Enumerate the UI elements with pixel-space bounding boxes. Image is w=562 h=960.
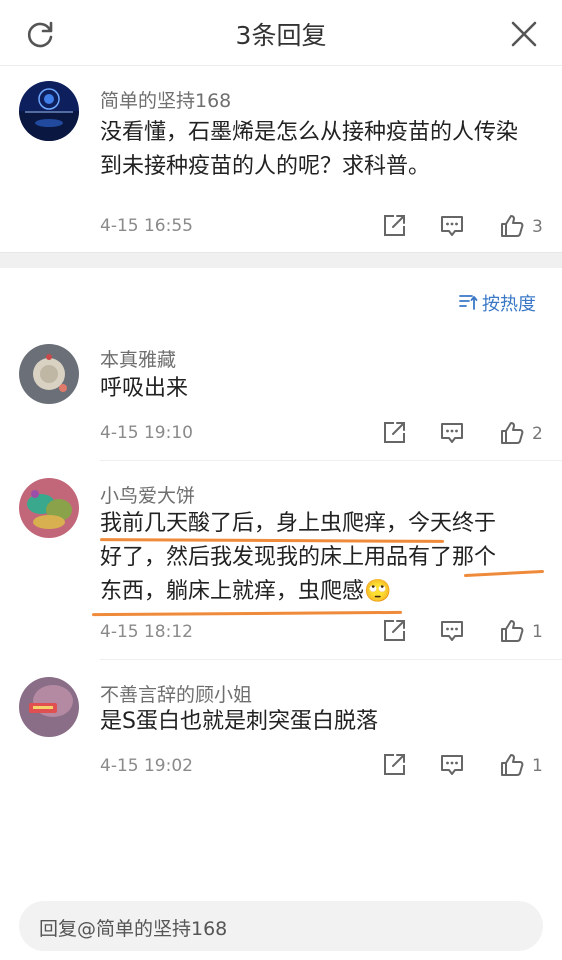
timestamp: 4-15 18:12 [100, 622, 193, 642]
divider [100, 460, 562, 461]
like-count: 3 [532, 217, 543, 237]
reply-input[interactable]: 回复@简单的坚持168 [19, 901, 543, 951]
comment-line: 没看懂，石墨烯是怎么从接种疫苗的人传染 [100, 120, 519, 145]
avatar[interactable] [19, 81, 79, 141]
avatar[interactable] [19, 677, 79, 737]
timestamp: 4-15 19:02 [100, 756, 193, 776]
header: 3条回复 [0, 0, 562, 66]
page-title: 3条回复 [235, 21, 327, 50]
comment-line: 到未接种疫苗的人的呢？求科普。 [100, 154, 431, 179]
comment-line: 东西，躺床上就痒，虫爬感🙄 [100, 579, 392, 604]
comment-line: 是S蛋白也就是刺突蛋白脱落 [100, 709, 378, 734]
username[interactable]: 本真雅藏 [100, 345, 176, 372]
section-divider [0, 252, 562, 268]
like-icon[interactable] [498, 212, 526, 240]
timestamp: 4-15 16:55 [100, 216, 193, 236]
share-icon[interactable] [380, 617, 408, 645]
avatar[interactable] [19, 344, 79, 404]
like-count: 1 [532, 622, 543, 642]
like-count: 2 [532, 424, 543, 444]
comment-line: 好了，然后我发现我的床上用品有了那个 [100, 545, 497, 570]
highlight-underline [91, 610, 403, 617]
sort-icon[interactable] [458, 292, 478, 312]
share-icon[interactable] [380, 751, 408, 779]
like-icon[interactable] [498, 617, 526, 645]
comment-icon[interactable] [438, 212, 466, 240]
like-count: 1 [532, 756, 543, 776]
like-icon[interactable] [498, 419, 526, 447]
comment-line: 呼吸出来 [100, 376, 189, 401]
share-icon[interactable] [380, 419, 408, 447]
comment-text: 没看懂，石墨烯是怎么从接种疫苗的人传染 到未接种疫苗的人的呢？求科普。 [100, 116, 518, 184]
comment-replies-page: 3条回复 简单的坚持168 没看懂，石墨烯是怎么从接种疫苗的人传染 到未接种疫苗… [0, 0, 562, 960]
close-icon[interactable] [508, 18, 540, 50]
comment-text: 我前几天酸了后，身上虫爬痒，今天终于 好了，然后我发现我的床上用品有了那个 东西… [100, 507, 496, 609]
reply-placeholder: 回复@简单的坚持168 [39, 918, 228, 940]
timestamp: 4-15 19:10 [100, 423, 193, 443]
comment-icon[interactable] [438, 751, 466, 779]
sort-label: 按热度 [482, 294, 536, 315]
sort-button[interactable]: 按热度 [482, 290, 536, 316]
username[interactable]: 小鸟爱大饼 [100, 481, 195, 508]
comment-icon[interactable] [438, 419, 466, 447]
like-icon[interactable] [498, 751, 526, 779]
share-icon[interactable] [380, 212, 408, 240]
avatar[interactable] [19, 478, 79, 538]
main-comment: 简单的坚持168 没看懂，石墨烯是怎么从接种疫苗的人传染 到未接种疫苗的人的呢？… [0, 66, 562, 252]
comment-line: 我前几天酸了后，身上虫爬痒，今天终于 [100, 511, 497, 536]
username[interactable]: 简单的坚持168 [100, 86, 231, 113]
divider [100, 659, 562, 660]
username[interactable]: 不善言辞的顾小姐 [100, 680, 252, 707]
comment-icon[interactable] [438, 617, 466, 645]
